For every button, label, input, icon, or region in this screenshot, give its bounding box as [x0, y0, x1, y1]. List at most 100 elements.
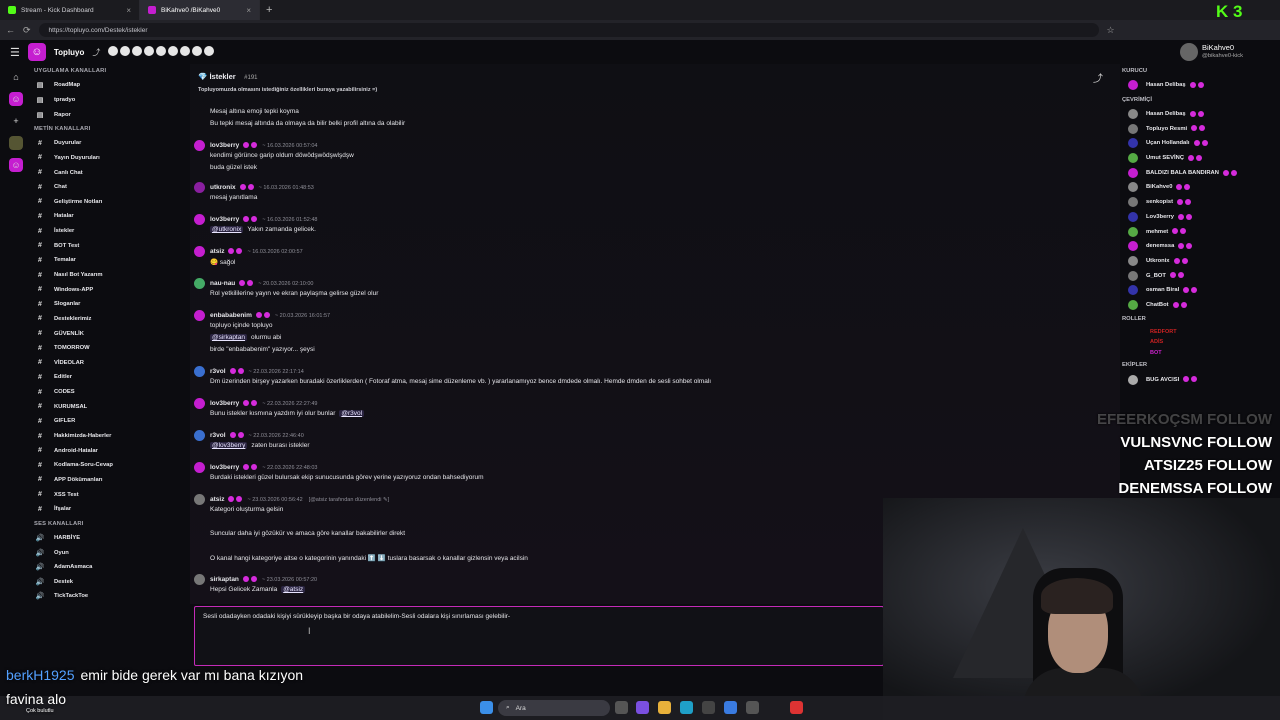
avatar[interactable] [194, 494, 205, 505]
member-item[interactable]: denemssa [1120, 239, 1280, 254]
text-channel[interactable]: # BOT Test [32, 238, 182, 253]
text-channel[interactable]: # İstekler [32, 224, 182, 239]
refresh-icon[interactable]: ⟳ [23, 25, 31, 36]
message-author[interactable]: nau-nau ~ 20.03.2026 02:10:00 [210, 280, 314, 287]
member-item[interactable]: Utkronix [1120, 254, 1280, 269]
text-channel[interactable]: # Temalar [32, 253, 182, 268]
close-tab-icon[interactable]: × [246, 6, 251, 15]
avatar[interactable] [194, 310, 205, 321]
message-author[interactable]: lov3berry ~ 22.03.2026 22:27:49 [210, 400, 318, 407]
member-item[interactable]: BiKahve0 [1120, 180, 1280, 195]
message-author[interactable]: atsiz ~ 23.03.2026 00:56:42 [@atsiz tarafı… [210, 496, 389, 503]
text-channel[interactable]: # Desteklerimiz [32, 312, 182, 327]
new-tab-icon[interactable]: + [266, 4, 272, 16]
avatar[interactable] [194, 140, 205, 151]
kick-icon[interactable] [144, 46, 155, 56]
text-channel[interactable]: # Duyurular [32, 136, 182, 151]
app-channel[interactable]: ▤ Rapor [32, 107, 182, 122]
text-channel[interactable]: # Sloganlar [32, 297, 182, 312]
settings-icon[interactable] [746, 701, 759, 714]
message-author[interactable]: lov3berry ~ 22.03.2026 22:48:03 [210, 464, 318, 471]
text-channel[interactable]: # TOMORROW [32, 341, 182, 356]
message-author[interactable]: atsiz ~ 16.03.2026 02:00:57 [210, 248, 303, 255]
url-input[interactable]: https://topluyo.com/Destek/istekler [38, 23, 1099, 37]
message-author[interactable]: r3vol ~ 22.03.2026 22:46:40 [210, 432, 304, 439]
add-server-icon[interactable]: + [9, 114, 23, 128]
text-channel[interactable]: # Hatalar [32, 209, 182, 224]
taskview-icon[interactable] [615, 701, 628, 714]
text-channel[interactable]: # CODES [32, 385, 182, 400]
message-author[interactable]: lov3berry ~ 16.03.2026 00:57:04 [210, 142, 318, 149]
member-item[interactable]: Lov3berry [1120, 210, 1280, 225]
browser-tab-kick[interactable]: Stream - Kick Dashboard × [0, 0, 140, 20]
text-channel[interactable]: # GIFLER [32, 414, 182, 429]
topluyo-logo[interactable]: ☺ [27, 43, 46, 61]
avatar[interactable] [194, 430, 205, 441]
text-channel[interactable]: # İfşalar [32, 502, 182, 517]
message-input[interactable]: Sesli odadayken odadaki kişiyi sürükleyi… [194, 606, 884, 666]
member-item[interactable]: Topluyo Resmi [1120, 121, 1280, 136]
avatar[interactable] [194, 366, 205, 377]
member-item[interactable]: BUG AVCISI [1120, 372, 1280, 387]
member-item[interactable]: ChatBot [1120, 298, 1280, 313]
role-item[interactable]: BOT [1120, 348, 1280, 359]
role-item[interactable]: REDFORT [1120, 326, 1280, 337]
avatar[interactable] [194, 462, 205, 473]
voice-channel[interactable]: 🔊 Destek [32, 575, 182, 590]
user-mention[interactable]: @atsiz [281, 586, 306, 593]
youtube-icon[interactable] [120, 46, 131, 56]
member-item[interactable]: Umut SEVİNÇ [1120, 151, 1280, 166]
member-item[interactable]: mehmet [1120, 224, 1280, 239]
text-channel[interactable]: # Hakkimizda-Haberler [32, 429, 182, 444]
app-icon[interactable] [636, 701, 649, 714]
tiktok-icon[interactable] [180, 46, 191, 56]
user-profile[interactable]: BiKahve0 @bikahve0-kick [1176, 40, 1280, 64]
message-author[interactable]: r3vol ~ 22.03.2026 22:17:14 [210, 368, 304, 375]
menu-icon[interactable]: ☰ [10, 46, 20, 59]
member-item[interactable]: Hasan Delibaş [1120, 78, 1280, 93]
avatar[interactable] [194, 182, 205, 193]
user-mention[interactable]: @utkronix [210, 226, 244, 233]
server-icon[interactable] [9, 136, 23, 150]
text-channel[interactable]: # Chat [32, 180, 182, 195]
store-icon[interactable] [702, 701, 715, 714]
home-icon[interactable]: ⌂ [9, 70, 23, 84]
message-author[interactable]: enbababenim ~ 20.03.2026 16:01:57 [210, 312, 330, 319]
share-icon[interactable]: ⤴ [92, 47, 100, 58]
server-icon[interactable]: ☺ [9, 92, 23, 106]
linkedin-icon[interactable] [168, 46, 179, 56]
message-author[interactable]: sirkaptan ~ 23.03.2026 00:57:20 [210, 576, 317, 583]
voice-channel[interactable]: 🔊 HARBİYE [32, 531, 182, 546]
text-channel[interactable]: # Android-Hatalar [32, 443, 182, 458]
member-item[interactable]: Uçan Hollandalı [1120, 136, 1280, 151]
share-icon[interactable]: ⤴ [1093, 70, 1103, 85]
voice-channel[interactable]: 🔊 Oyun [32, 545, 182, 560]
app-channel[interactable]: ▤ RoadMap [32, 78, 182, 93]
member-item[interactable]: BALDIZI BALA BANDIRAN [1120, 165, 1280, 180]
folder-icon[interactable] [658, 701, 671, 714]
telegram-icon[interactable] [192, 46, 203, 56]
close-tab-icon[interactable]: × [126, 6, 131, 15]
avatar[interactable] [194, 398, 205, 409]
text-channel[interactable]: # Yayın Duyuruları [32, 151, 182, 166]
edge-icon[interactable] [680, 701, 693, 714]
text-channel[interactable]: # Nasıl Bot Yazarım [32, 268, 182, 283]
app-channel[interactable]: ▤ tpradyo [32, 93, 182, 108]
app-icon[interactable] [724, 701, 737, 714]
text-channel[interactable]: # XSS Test [32, 487, 182, 502]
text-channel[interactable]: # Geliştirme Notları [32, 194, 182, 209]
text-channel[interactable]: # Windows-APP [32, 282, 182, 297]
chrome-icon[interactable] [790, 701, 803, 714]
x-icon[interactable] [156, 46, 167, 56]
text-channel[interactable]: # Kodlama-Soru-Cevap [32, 458, 182, 473]
star-icon[interactable]: ☆ [1107, 25, 1115, 36]
browser-tab-topluyo[interactable]: BiKahve0 /BiKahve0 × [140, 0, 260, 20]
server-icon[interactable]: ☺ [9, 158, 23, 172]
text-channel[interactable]: # Editler [32, 370, 182, 385]
text-channel[interactable]: # VİDEOLAR [32, 356, 182, 371]
avatar[interactable] [194, 246, 205, 257]
voice-channel[interactable]: 🔊 TickTackToe [32, 589, 182, 604]
member-item[interactable]: G_BOT [1120, 268, 1280, 283]
voice-channel[interactable]: 🔊 AdamAsmaca [32, 560, 182, 575]
member-item[interactable]: senkopist [1120, 195, 1280, 210]
